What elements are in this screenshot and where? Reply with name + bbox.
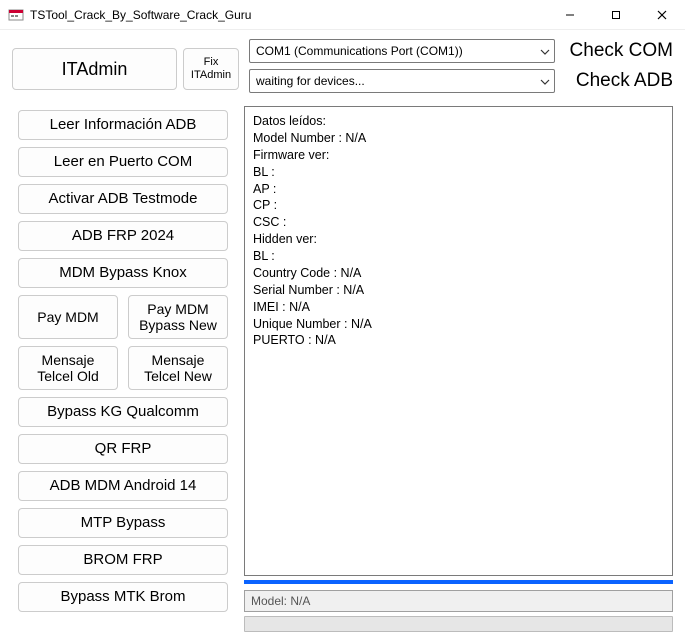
bypass-mtk-brom-button[interactable]: Bypass MTK Brom <box>18 582 228 612</box>
maximize-button[interactable] <box>593 0 639 30</box>
log-output[interactable]: Datos leídos: Model Number : N/A Firmwar… <box>244 106 673 576</box>
titlebar: TSTool_Crack_By_Software_Crack_Guru <box>0 0 685 30</box>
check-adb-label[interactable]: Check ADB <box>563 70 673 92</box>
brom-frp-button[interactable]: BROM FRP <box>18 545 228 575</box>
activar-adb-testmode-button[interactable]: Activar ADB Testmode <box>18 184 228 214</box>
right-pane: Datos leídos: Model Number : N/A Firmwar… <box>244 106 673 632</box>
pay-mdm-button[interactable]: Pay MDM <box>18 295 118 339</box>
model-label: Model: N/A <box>251 594 310 608</box>
adb-device-select[interactable]: waiting for devices... <box>249 69 555 93</box>
mtp-bypass-button[interactable]: MTP Bypass <box>18 508 228 538</box>
adb-frp-2024-button[interactable]: ADB FRP 2024 <box>18 221 228 251</box>
adb-mdm-android14-button[interactable]: ADB MDM Android 14 <box>18 471 228 501</box>
app-icon <box>8 7 24 23</box>
sidebar: Leer Información ADB Leer en Puerto COM … <box>12 106 234 632</box>
itadmin-button[interactable]: ITAdmin <box>12 48 177 90</box>
window-controls <box>547 0 685 30</box>
pay-mdm-bypass-new-button[interactable]: Pay MDM Bypass New <box>128 295 228 339</box>
model-status-bar: Model: N/A <box>244 590 673 612</box>
top-row: ITAdmin Fix ITAdmin COM1 (Communications… <box>12 38 673 100</box>
adb-row: waiting for devices... Check ADB <box>249 68 673 94</box>
window-title: TSTool_Crack_By_Software_Crack_Guru <box>30 8 547 22</box>
bypass-kg-qualcomm-button[interactable]: Bypass KG Qualcomm <box>18 397 228 427</box>
pair-row-2: Mensaje Telcel Old Mensaje Telcel New <box>18 346 228 390</box>
qr-frp-button[interactable]: QR FRP <box>18 434 228 464</box>
adb-device-value: waiting for devices... <box>256 74 365 88</box>
top-right-combos: COM1 (Communications Port (COM1)) Check … <box>249 38 673 100</box>
leer-info-adb-button[interactable]: Leer Información ADB <box>18 110 228 140</box>
mensaje-telcel-new-button[interactable]: Mensaje Telcel New <box>128 346 228 390</box>
mensaje-telcel-old-button[interactable]: Mensaje Telcel Old <box>18 346 118 390</box>
com-row: COM1 (Communications Port (COM1)) Check … <box>249 38 673 64</box>
fix-itadmin-button[interactable]: Fix ITAdmin <box>183 48 239 90</box>
leer-puerto-com-button[interactable]: Leer en Puerto COM <box>18 147 228 177</box>
com-port-value: COM1 (Communications Port (COM1)) <box>256 44 463 58</box>
pair-row-1: Pay MDM Pay MDM Bypass New <box>18 295 228 339</box>
mdm-bypass-knox-button[interactable]: MDM Bypass Knox <box>18 258 228 288</box>
minimize-button[interactable] <box>547 0 593 30</box>
main-row: Leer Información ADB Leer en Puerto COM … <box>12 106 673 632</box>
check-com-label[interactable]: Check COM <box>563 40 673 62</box>
chevron-down-icon <box>540 44 550 58</box>
chevron-down-icon <box>540 74 550 88</box>
progress-bar <box>244 616 673 632</box>
progress-underline <box>244 580 673 584</box>
com-port-select[interactable]: COM1 (Communications Port (COM1)) <box>249 39 555 63</box>
client-area: ITAdmin Fix ITAdmin COM1 (Communications… <box>0 30 685 644</box>
close-button[interactable] <box>639 0 685 30</box>
